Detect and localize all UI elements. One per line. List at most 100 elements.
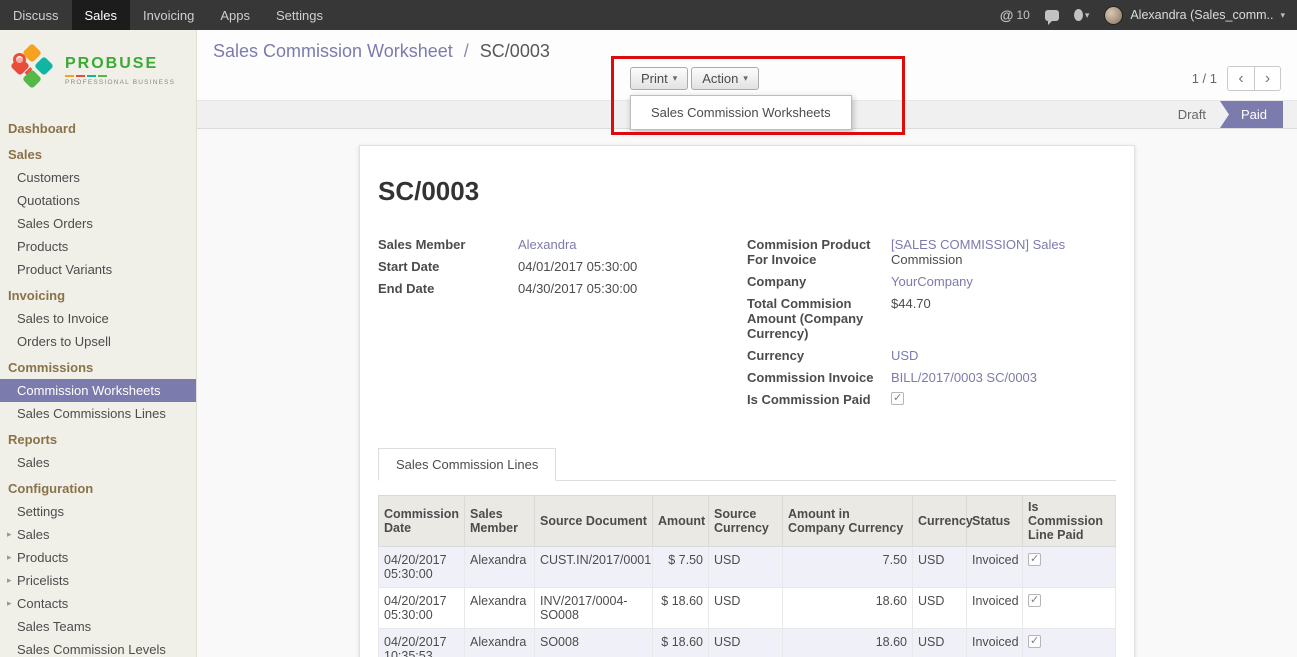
cell-amount: $ 18.60 [653, 588, 709, 629]
field-groups: Sales Member Alexandra Start Date 04/01/… [378, 237, 1116, 414]
app-logo[interactable]: PROBUSE PROFESSIONAL BUSINESS [0, 30, 196, 106]
cell-line-paid: ✓ [1023, 629, 1116, 657]
cell-amount-company-currency: 18.60 [783, 588, 913, 629]
sidebar-item-orders-to-upsell[interactable]: Orders to Upsell [0, 330, 196, 353]
debug-menu-button[interactable]: ▾ [1074, 9, 1090, 21]
sidebar-item-commission-worksheets[interactable]: Commission Worksheets [0, 379, 196, 402]
field-label: Commision Product For Invoice [747, 237, 891, 267]
col-source-document[interactable]: Source Document [535, 496, 653, 547]
commission-product-link[interactable]: [SALES COMMISSION] Sales Commission [891, 237, 1087, 267]
sidebar-item-label: Pricelists [17, 573, 69, 588]
start-date-value: 04/01/2017 05:30:00 [518, 259, 637, 274]
menu-apps[interactable]: Apps [207, 0, 263, 30]
field-label: Total Commision Amount (Company Currency… [747, 296, 891, 341]
status-paid-badge[interactable]: Paid [1220, 101, 1283, 128]
sidebar-item-reports-sales[interactable]: Sales [0, 451, 196, 474]
col-commission-date[interactable]: Commission Date [379, 496, 465, 547]
sidebar-section-reports[interactable]: Reports [0, 428, 196, 451]
sidebar-item-sales-to-invoice[interactable]: Sales to Invoice [0, 307, 196, 330]
sidebar-item-customers[interactable]: Customers [0, 166, 196, 189]
cell-status: Invoiced [967, 547, 1023, 588]
table-row[interactable]: 04/20/2017 10:35:53 Alexandra SO008 $ 18… [379, 629, 1116, 657]
cell-commission-date: 04/20/2017 10:35:53 [379, 629, 465, 657]
sidebar-section-commissions[interactable]: Commissions [0, 356, 196, 379]
pager: 1 / 1 ‹ › [1192, 66, 1281, 91]
line-paid-checkbox[interactable]: ✓ [1028, 635, 1041, 648]
line-paid-checkbox[interactable]: ✓ [1028, 594, 1041, 607]
sidebar-item-products[interactable]: Products [0, 235, 196, 258]
commission-invoice-link[interactable]: BILL/2017/0003 SC/0003 [891, 370, 1037, 385]
cell-sales-member: Alexandra [465, 588, 535, 629]
company-link[interactable]: YourCompany [891, 274, 973, 289]
cell-amount-company-currency: 7.50 [783, 547, 913, 588]
cell-line-paid: ✓ [1023, 547, 1116, 588]
field-total-commission: Total Commision Amount (Company Currency… [747, 296, 1116, 341]
sidebar-item-sales-teams[interactable]: Sales Teams [0, 615, 196, 638]
tab-sales-commission-lines[interactable]: Sales Commission Lines [378, 448, 556, 481]
field-sales-member: Sales Member Alexandra [378, 237, 747, 252]
col-source-currency[interactable]: Source Currency [709, 496, 783, 547]
pager-previous-button[interactable]: ‹ [1227, 66, 1254, 91]
submenu-arrow-icon: ▸ [7, 575, 12, 586]
user-menu[interactable]: Alexandra (Sales_comm.. [1130, 8, 1273, 22]
cell-amount: $ 18.60 [653, 629, 709, 657]
menu-sales[interactable]: Sales [72, 0, 131, 30]
sidebar-item-sales-commissions-lines[interactable]: Sales Commissions Lines [0, 402, 196, 425]
chat-icon[interactable] [1045, 10, 1059, 21]
menu-settings[interactable]: Settings [263, 0, 336, 30]
table-row[interactable]: 04/20/2017 05:30:00 Alexandra INV/2017/0… [379, 588, 1116, 629]
field-label: Start Date [378, 259, 518, 274]
sidebar-item-product-variants[interactable]: Product Variants [0, 258, 196, 281]
col-amount-company-currency[interactable]: Amount in Company Currency [783, 496, 913, 547]
cell-currency: USD [913, 547, 967, 588]
caret-down-icon: ▾ [673, 73, 678, 84]
sidebar-section-configuration[interactable]: Configuration [0, 477, 196, 500]
sidebar-item-config-sales[interactable]: ▸ Sales [0, 523, 196, 546]
sidebar-item-dashboard[interactable]: Dashboard [0, 117, 196, 140]
sidebar-item-settings[interactable]: Settings [0, 500, 196, 523]
sidebar-section-invoicing[interactable]: Invoicing [0, 284, 196, 307]
action-button[interactable]: Action ▾ [691, 67, 759, 90]
cell-status: Invoiced [967, 588, 1023, 629]
menu-item-sales-commission-worksheets[interactable]: Sales Commission Worksheets [631, 101, 851, 124]
form-view: SC/0003 Sales Member Alexandra Start Dat… [197, 129, 1297, 656]
topbar-right: @ 10 ▾ Alexandra (Sales_comm.. ▾ [1000, 0, 1297, 30]
screen: Discuss Sales Invoicing Apps Settings @ … [0, 0, 1297, 657]
cell-source-document: INV/2017/0004-SO008 [535, 588, 653, 629]
col-line-paid[interactable]: Is Commission Line Paid [1023, 496, 1116, 547]
breadcrumb-current: SC/0003 [480, 41, 550, 61]
menu-discuss[interactable]: Discuss [0, 0, 72, 30]
is-commission-paid-checkbox[interactable]: ✓ [891, 392, 904, 405]
cell-line-paid: ✓ [1023, 588, 1116, 629]
menu-invoicing[interactable]: Invoicing [130, 0, 207, 30]
table-row[interactable]: 04/20/2017 05:30:00 Alexandra CUST.IN/20… [379, 547, 1116, 588]
line-paid-checkbox[interactable]: ✓ [1028, 553, 1041, 566]
main-area: Sales Commission Worksheet / SC/0003 Pri… [197, 30, 1297, 657]
sidebar-section-sales[interactable]: Sales [0, 143, 196, 166]
check-icon: ✓ [1030, 635, 1039, 648]
sidebar-item-config-products[interactable]: ▸ Products [0, 546, 196, 569]
status-draft[interactable]: Draft [1164, 101, 1220, 128]
sidebar-item-pricelists[interactable]: ▸ Pricelists [0, 569, 196, 592]
avatar[interactable] [1104, 6, 1123, 25]
table-header-row: Commission Date Sales Member Source Docu… [379, 496, 1116, 547]
pager-next-button[interactable]: › [1254, 66, 1281, 91]
breadcrumb-parent-link[interactable]: Sales Commission Worksheet [213, 41, 453, 61]
col-status[interactable]: Status [967, 496, 1023, 547]
sidebar-item-label: Contacts [17, 596, 68, 611]
print-button[interactable]: Print ▾ [630, 67, 688, 90]
activities-icon[interactable]: @ [1000, 7, 1014, 23]
sidebar-item-sales-orders[interactable]: Sales Orders [0, 212, 196, 235]
check-icon: ✓ [1030, 594, 1039, 607]
topbar: Discuss Sales Invoicing Apps Settings @ … [0, 0, 1297, 30]
col-currency[interactable]: Currency [913, 496, 967, 547]
end-date-value: 04/30/2017 05:30:00 [518, 281, 637, 296]
probuse-logo-icon [12, 42, 56, 98]
currency-link[interactable]: USD [891, 348, 918, 363]
sales-member-link[interactable]: Alexandra [518, 237, 577, 252]
sidebar-item-contacts[interactable]: ▸ Contacts [0, 592, 196, 615]
col-amount[interactable]: Amount [653, 496, 709, 547]
sidebar-item-sales-commission-levels[interactable]: Sales Commission Levels [0, 638, 196, 657]
sidebar-item-quotations[interactable]: Quotations [0, 189, 196, 212]
col-sales-member[interactable]: Sales Member [465, 496, 535, 547]
